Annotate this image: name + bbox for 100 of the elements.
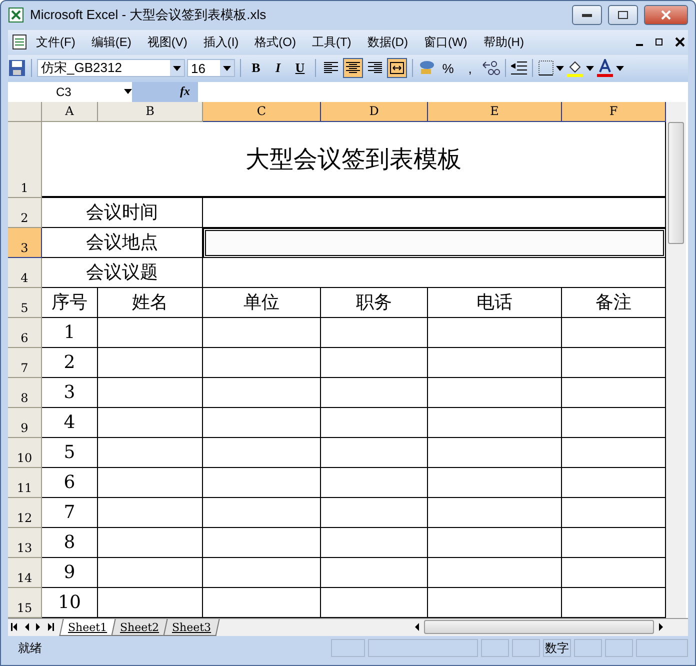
column-header[interactable]: F	[562, 102, 666, 122]
table-cell[interactable]	[203, 558, 321, 588]
close-button[interactable]	[644, 5, 688, 26]
scroll-right-icon[interactable]	[658, 623, 664, 632]
menu-item[interactable]: 帮助(H)	[475, 32, 532, 53]
last-sheet-icon[interactable]	[46, 623, 54, 632]
table-cell[interactable]	[428, 558, 562, 588]
row-header[interactable]: 15	[8, 588, 42, 618]
sheet-tab[interactable]: Sheet3	[163, 618, 220, 636]
table-cell[interactable]	[203, 438, 321, 468]
row-header[interactable]: 3	[8, 228, 42, 258]
save-icon[interactable]	[8, 59, 26, 78]
table-cell[interactable]	[428, 318, 562, 348]
table-cell[interactable]	[98, 528, 203, 558]
table-cell[interactable]	[98, 348, 203, 378]
table-cell[interactable]	[98, 498, 203, 528]
scroll-left-icon[interactable]	[414, 623, 420, 632]
borders-icon[interactable]	[538, 60, 554, 76]
bold-button[interactable]: B	[246, 58, 266, 78]
menu-item[interactable]: 窗口(W)	[416, 32, 476, 53]
menu-item[interactable]: 工具(T)	[304, 32, 360, 53]
table-cell[interactable]	[98, 318, 203, 348]
table-cell[interactable]	[428, 498, 562, 528]
table-cell[interactable]	[321, 528, 428, 558]
column-header[interactable]: D	[321, 102, 428, 122]
table-cell[interactable]	[203, 408, 321, 438]
row-header[interactable]: 10	[8, 438, 42, 468]
table-cell[interactable]	[98, 438, 203, 468]
align-center-button[interactable]	[343, 58, 363, 78]
table-cell[interactable]	[321, 378, 428, 408]
row-header[interactable]: 6	[8, 318, 42, 348]
table-cell[interactable]	[321, 318, 428, 348]
fill-color-icon[interactable]	[566, 59, 584, 78]
column-header[interactable]: B	[98, 102, 203, 122]
table-cell[interactable]	[203, 228, 666, 258]
menu-item[interactable]: 插入(I)	[195, 32, 247, 53]
font-color-icon[interactable]	[596, 59, 614, 78]
row-header[interactable]: 12	[8, 498, 42, 528]
next-sheet-icon[interactable]	[34, 623, 42, 632]
table-cell[interactable]	[98, 468, 203, 498]
row-header[interactable]: 5	[8, 288, 42, 318]
previous-sheet-icon[interactable]	[22, 623, 30, 632]
table-cell[interactable]	[203, 348, 321, 378]
menu-item[interactable]: 文件(F)	[28, 32, 84, 53]
scroll-thumb[interactable]	[668, 122, 684, 244]
maximize-button[interactable]	[608, 5, 638, 26]
table-cell[interactable]	[428, 468, 562, 498]
name-box[interactable]: C3	[8, 82, 132, 101]
row-header[interactable]: 9	[8, 408, 42, 438]
table-cell[interactable]	[321, 408, 428, 438]
percent-button[interactable]: %	[438, 58, 458, 78]
row-header[interactable]: 8	[8, 378, 42, 408]
table-cell[interactable]	[321, 558, 428, 588]
table-cell[interactable]	[321, 498, 428, 528]
insert-function-button[interactable]: fx	[132, 82, 198, 102]
table-cell[interactable]	[428, 438, 562, 468]
table-cell[interactable]	[203, 468, 321, 498]
row-header[interactable]: 2	[8, 198, 42, 228]
row-header[interactable]: 4	[8, 258, 42, 288]
comma-button[interactable]: ,	[460, 58, 480, 78]
table-cell[interactable]	[203, 378, 321, 408]
table-cell[interactable]	[321, 438, 428, 468]
minimize-button[interactable]	[572, 5, 602, 26]
row-header[interactable]: 13	[8, 528, 42, 558]
increase-decimal-icon[interactable]	[482, 60, 500, 76]
underline-button[interactable]: U	[290, 58, 310, 78]
sheet-tab[interactable]: Sheet1	[59, 618, 116, 636]
table-cell[interactable]	[203, 528, 321, 558]
decrease-indent-icon[interactable]	[511, 61, 527, 76]
table-cell[interactable]	[98, 558, 203, 588]
column-header[interactable]: A	[42, 102, 98, 122]
table-cell[interactable]	[428, 348, 562, 378]
vertical-scrollbar[interactable]	[666, 102, 686, 618]
row-header[interactable]: 11	[8, 468, 42, 498]
font-size-dropdown[interactable]: 16	[187, 59, 235, 78]
menu-item[interactable]: 数据(D)	[359, 32, 416, 53]
row-header[interactable]: 7	[8, 348, 42, 378]
table-cell[interactable]	[203, 198, 666, 228]
table-cell[interactable]	[203, 318, 321, 348]
first-sheet-icon[interactable]	[10, 623, 18, 632]
table-cell[interactable]	[98, 378, 203, 408]
table-cell[interactable]	[203, 498, 321, 528]
table-cell[interactable]	[321, 468, 428, 498]
row-header[interactable]: 1	[8, 122, 42, 198]
table-cell[interactable]	[203, 258, 666, 288]
table-cell[interactable]	[321, 348, 428, 378]
sheet-tab[interactable]: Sheet2	[111, 618, 168, 636]
menu-item[interactable]: 编辑(E)	[83, 32, 140, 53]
merge-center-button[interactable]	[387, 58, 407, 78]
font-dropdown[interactable]: 仿宋_GB2312	[37, 59, 185, 78]
table-cell[interactable]	[428, 378, 562, 408]
scroll-thumb[interactable]	[424, 620, 654, 634]
italic-button[interactable]: I	[268, 58, 288, 78]
row-header[interactable]: 14	[8, 558, 42, 588]
table-cell[interactable]	[428, 408, 562, 438]
column-header[interactable]: C	[203, 102, 321, 122]
menu-item[interactable]: 格式(O)	[246, 32, 304, 53]
column-header[interactable]: E	[428, 102, 562, 122]
menu-item[interactable]: 视图(V)	[139, 32, 196, 53]
table-cell[interactable]	[428, 528, 562, 558]
